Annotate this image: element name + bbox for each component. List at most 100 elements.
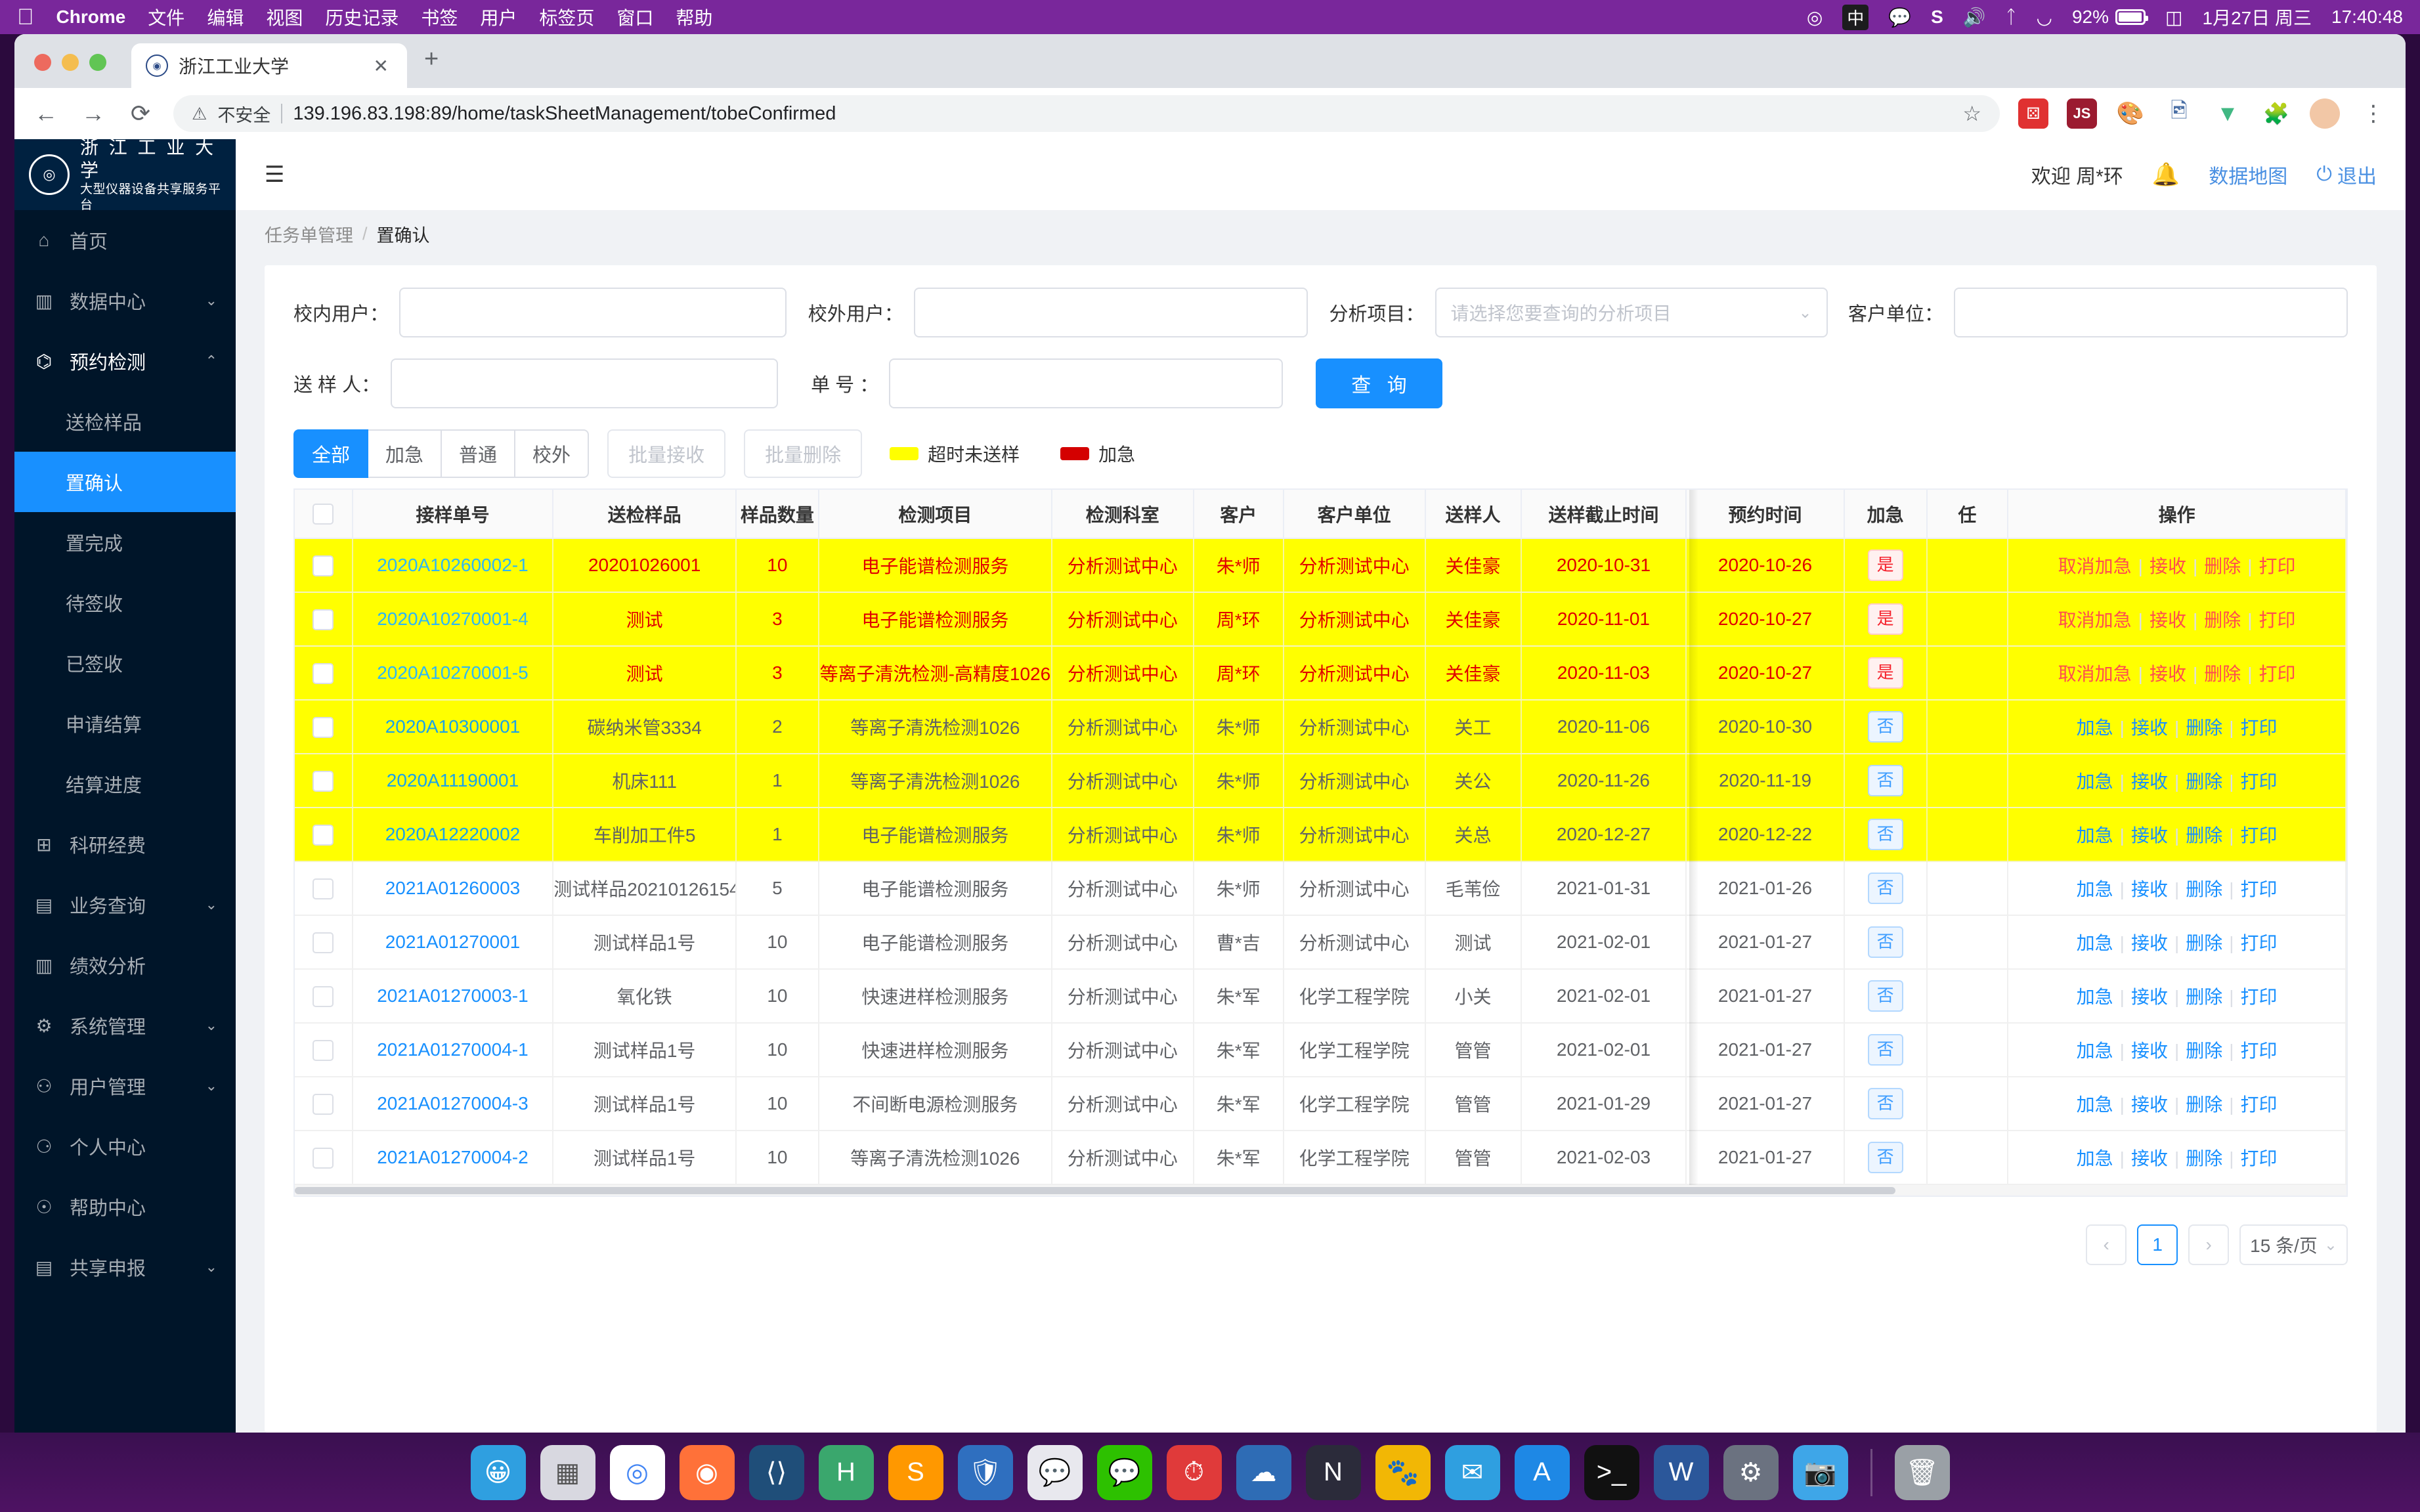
table-row[interactable]: 2021A01270004-2 测试样品1号 10 等离子清洗检测1026 分析测试中心… <box>295 1131 2346 1185</box>
internal-user-input[interactable] <box>399 288 787 337</box>
window-traffic-lights[interactable] <box>34 54 106 88</box>
maximize-window-button[interactable] <box>89 54 106 71</box>
vue-icon[interactable]: ▼ <box>2213 98 2243 129</box>
row-checkbox[interactable] <box>313 985 334 1007</box>
launchpad-icon[interactable]: ▦ <box>540 1444 595 1500</box>
row-checkbox[interactable] <box>313 716 334 738</box>
table-row[interactable]: 2020A12220002 车削加工件5 1 电子能谱检测服务 分析测试中心 朱*师 分析测… <box>295 808 2346 862</box>
minimize-window-button[interactable] <box>62 54 79 71</box>
table-horizontal-scrollbar[interactable] <box>293 1185 2348 1197</box>
menu-edit[interactable]: 编辑 <box>207 4 244 30</box>
row-checkbox[interactable] <box>313 1039 334 1061</box>
word-icon[interactable]: W <box>1653 1444 1709 1500</box>
sublime-icon[interactable]: S <box>888 1444 943 1500</box>
sidebar-item-system-management[interactable]: ⚙ 系统管理 ⌄ <box>14 995 236 1056</box>
op-3-link[interactable]: 打印 <box>2241 1148 2278 1169</box>
battery-status[interactable]: 92% <box>2072 7 2149 28</box>
op-0-link[interactable]: 加急 <box>2077 987 2113 1007</box>
firefox-icon[interactable]: ◉ <box>679 1444 735 1500</box>
segment-external[interactable]: 校外 <box>515 429 590 478</box>
row-checkbox[interactable] <box>313 609 334 630</box>
volume-icon[interactable]: 🔊 <box>1963 7 1986 28</box>
op-3-link[interactable]: 打印 <box>2241 1041 2278 1061</box>
page-size-select[interactable]: 15 条/页 ⌄ <box>2239 1224 2348 1265</box>
op-0-link[interactable]: 加急 <box>2077 1148 2113 1169</box>
wechat-icon[interactable]: 💬 <box>1096 1444 1152 1500</box>
js-icon[interactable]: JS <box>2067 98 2097 129</box>
browser-tab[interactable]: ◉ 浙江工业大学 ✕ <box>131 43 407 88</box>
row-checkbox[interactable] <box>313 1147 334 1169</box>
puzzle-icon[interactable]: 🧩 <box>2261 98 2291 129</box>
op-1-link[interactable]: 接收 <box>2131 1148 2168 1169</box>
op-3-link[interactable]: 打印 <box>2241 771 2278 792</box>
sogou-icon[interactable]: S <box>1931 7 1943 28</box>
sidebar-item-data-center[interactable]: ▥ 数据中心 ⌄ <box>14 270 236 331</box>
op-0-link[interactable]: 加急 <box>2077 933 2113 953</box>
op-0-link[interactable]: 加急 <box>2077 718 2113 738</box>
row-checkbox[interactable] <box>313 662 334 684</box>
sidebar-subitem-received[interactable]: 已签收 <box>14 633 236 693</box>
sidebar-item-personal-center[interactable]: ⚆ 个人中心 <box>14 1116 236 1177</box>
notion-icon[interactable]: N <box>1305 1444 1361 1500</box>
order-no-link[interactable]: 2021A01270003-1 <box>377 985 528 1006</box>
batch-accept-button[interactable]: 批量接收 <box>607 429 726 478</box>
table-row[interactable]: 2020A10270001-5 测试 3 等离子清洗检测-高精度1026 分析测试中心周… <box>295 646 2346 701</box>
bell-icon[interactable]: 🔔 <box>2152 162 2180 188</box>
chrome-icon[interactable]: ◎ <box>609 1444 665 1500</box>
navicat-icon[interactable]: ☁ <box>1236 1444 1291 1500</box>
menu-bookmarks[interactable]: 书签 <box>421 4 458 30</box>
avatar-icon[interactable] <box>2310 98 2340 129</box>
shield-icon[interactable]: 🛡 <box>957 1444 1013 1500</box>
timer-icon[interactable]: ⏱ <box>1166 1444 1222 1500</box>
op-2-link[interactable]: 删除 <box>2186 1148 2222 1169</box>
op-0-link[interactable]: 加急 <box>2077 771 2113 792</box>
vscode-icon[interactable]: ⟨⟩ <box>748 1444 804 1500</box>
dice-icon[interactable]: ⚄ <box>2018 98 2048 129</box>
sidebar-item-home[interactable]: ⌂ 首页 <box>14 210 236 270</box>
op-1-link[interactable]: 接收 <box>2131 718 2168 738</box>
op-3-link[interactable]: 打印 <box>2241 933 2278 953</box>
external-user-input[interactable] <box>913 288 1308 337</box>
palette-icon[interactable]: 🎨 <box>2115 98 2146 129</box>
segment-normal[interactable]: 普通 <box>442 429 516 478</box>
op-0-link[interactable]: 加急 <box>2077 825 2113 846</box>
op-3-link[interactable]: 打印 <box>2259 610 2296 630</box>
select-all-checkbox[interactable] <box>313 504 334 525</box>
op-3-link[interactable]: 打印 <box>2241 1094 2278 1115</box>
settings-icon[interactable]: ⚙ <box>1723 1444 1779 1500</box>
op-2-link[interactable]: 删除 <box>2186 718 2222 738</box>
op-1-link[interactable]: 接收 <box>2131 879 2168 899</box>
page-1-button[interactable]: 1 <box>2137 1224 2178 1265</box>
paw-icon[interactable]: 🐾 <box>1375 1444 1431 1500</box>
terminal-icon[interactable]: >_ <box>1584 1444 1639 1500</box>
table-row[interactable]: 2021A01270003-1 氧化铁 10 快速进样检测服务 分析测试中心 朱*军 化学工… <box>295 969 2346 1024</box>
logout-button[interactable]: ⏻ 退出 <box>2316 160 2377 189</box>
sidebar-subitem-send-sample[interactable]: 送检样品 <box>14 391 236 452</box>
customer-unit-input[interactable] <box>1954 288 2348 337</box>
sidebar-subitem-pending-receipt[interactable]: 待签收 <box>14 572 236 633</box>
menubar-date[interactable]: 1月27日 周三 <box>2203 4 2312 30</box>
op-2-link[interactable]: 删除 <box>2186 933 2222 953</box>
op-3-link[interactable]: 打印 <box>2259 556 2296 576</box>
data-map-link[interactable]: 数据地图 <box>2209 160 2287 189</box>
qq-icon[interactable]: 💬 <box>1027 1444 1083 1500</box>
op-0-link[interactable]: 取消加急 <box>2058 556 2132 576</box>
table-row[interactable]: 2020A10300001 碳纳米管3334 2 等离子清洗检测1026 分析测试中心朱… <box>295 700 2346 754</box>
sidebar-subitem-apply-settlement[interactable]: 申请结算 <box>14 693 236 754</box>
op-3-link[interactable]: 打印 <box>2259 664 2296 684</box>
hbuilder-icon[interactable]: H <box>818 1444 874 1500</box>
op-2-link[interactable]: 删除 <box>2186 1094 2222 1115</box>
op-2-link[interactable]: 删除 <box>2204 556 2241 576</box>
new-tab-button[interactable]: + <box>424 45 439 74</box>
close-window-button[interactable] <box>34 54 51 71</box>
finder-icon[interactable]: 😀 <box>470 1444 526 1500</box>
next-page-button[interactable]: › <box>2188 1224 2230 1265</box>
op-2-link[interactable]: 删除 <box>2186 825 2222 846</box>
op-2-link[interactable]: 删除 <box>2186 1041 2222 1061</box>
op-3-link[interactable]: 打印 <box>2241 825 2278 846</box>
breadcrumb-parent[interactable]: 任务单管理 <box>265 221 353 247</box>
mail-icon[interactable]: ✉ <box>1444 1444 1500 1500</box>
menu-tab[interactable]: 标签页 <box>539 4 594 30</box>
sidebar-item-help-center[interactable]: ☉ 帮助中心 <box>14 1177 236 1237</box>
op-0-link[interactable]: 加急 <box>2077 1094 2113 1115</box>
